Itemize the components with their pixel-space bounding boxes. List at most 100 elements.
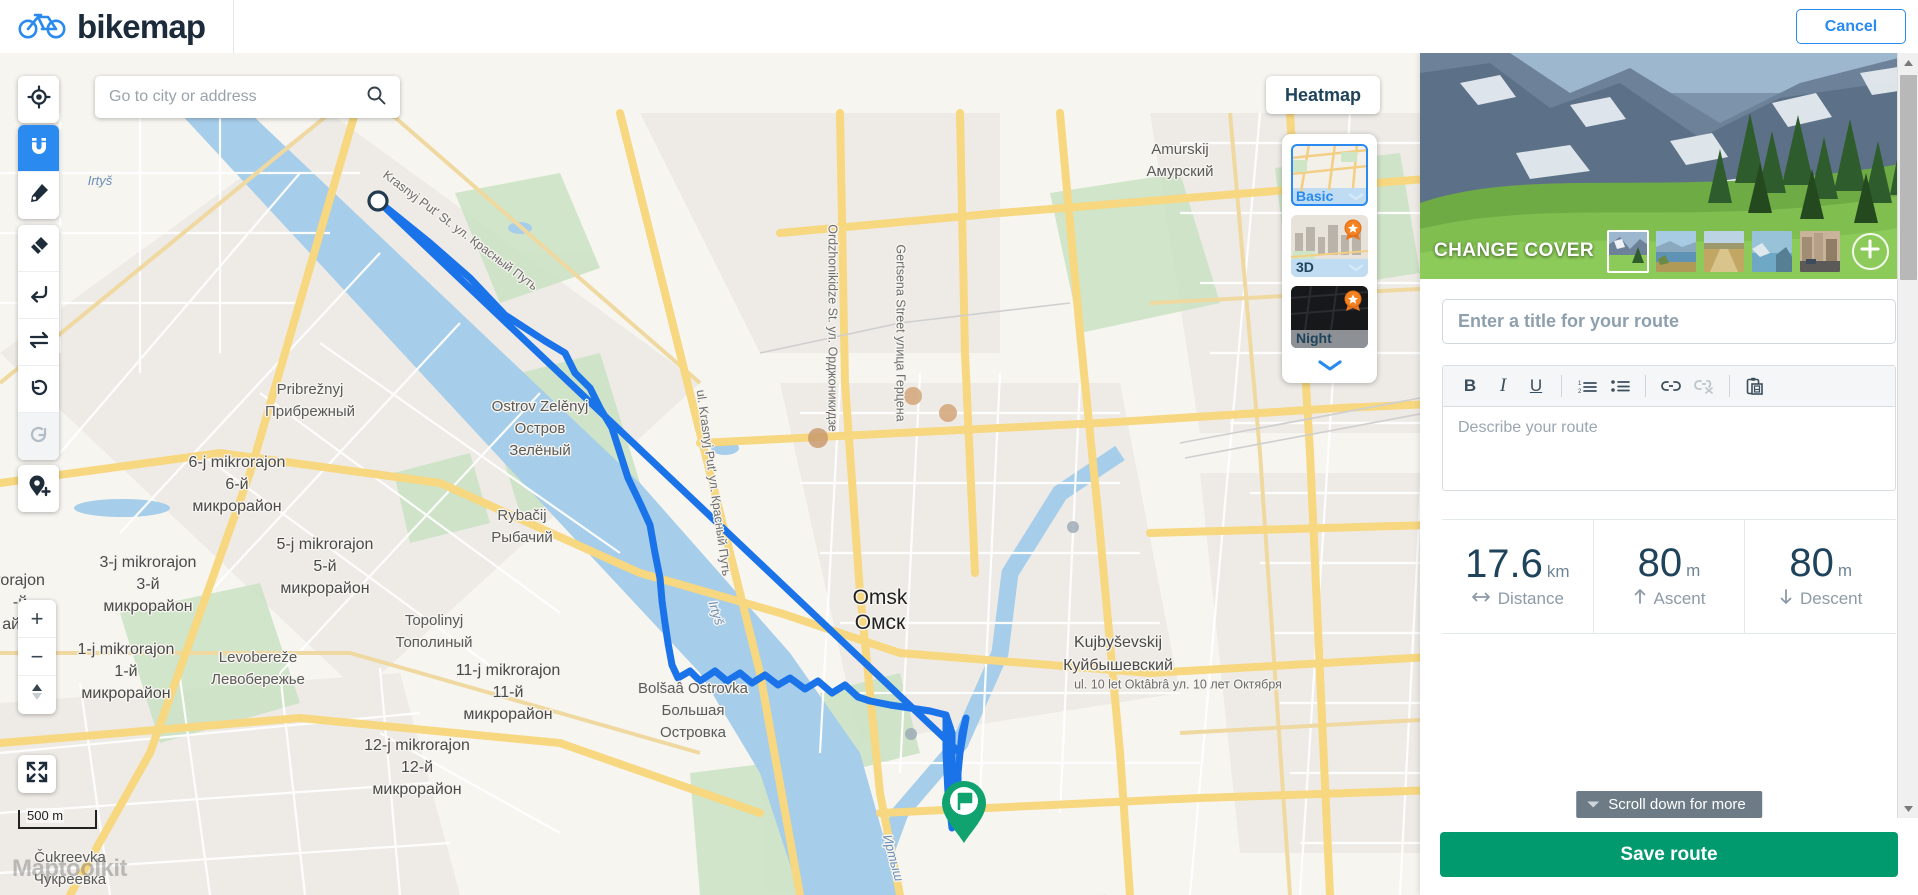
cancel-button[interactable]: Cancel: [1796, 9, 1906, 44]
start-circle-marker: [367, 190, 389, 212]
zoom-in-button[interactable]: +: [18, 600, 56, 638]
search-box[interactable]: [95, 76, 400, 118]
route-panel-scroll-area: CHANGE COVER Enter a title for your rout…: [1420, 53, 1918, 818]
route-description-input[interactable]: Describe your route: [1443, 407, 1895, 490]
stat-descent: 80 m Descent: [1745, 520, 1896, 633]
search-icon[interactable]: [366, 85, 386, 110]
stat-distance: 17.6 km Distance: [1442, 520, 1594, 633]
pen-draw-icon: [27, 181, 51, 210]
map-style-3d-label: 3D: [1296, 259, 1314, 275]
route-stats: 17.6 km Distance 80 m Ascent 80 m Descen…: [1442, 519, 1896, 634]
route-panel-footer: Save route: [1420, 818, 1918, 895]
scrollbar-up-arrow[interactable]: [1898, 53, 1918, 72]
stat-ascent-value: 80: [1637, 541, 1683, 585]
undo-icon: [27, 375, 51, 404]
distance-arrows-icon: [1471, 589, 1491, 609]
route-title-input[interactable]: [1442, 299, 1896, 344]
expand-map-styles-button[interactable]: [1291, 357, 1368, 377]
tilt-button[interactable]: [18, 676, 56, 714]
cover-thumbnail-dirt-road[interactable]: [1703, 230, 1744, 272]
cover-thumbnail-lake-shore[interactable]: [1655, 230, 1696, 272]
toolbar-group-draw: [18, 125, 59, 219]
fullscreen-button[interactable]: [18, 755, 56, 793]
zoom-out-button[interactable]: −: [18, 638, 56, 676]
eraser-icon: [27, 234, 51, 263]
arrow-down-icon: [1779, 588, 1793, 610]
tilt-pitch-icon: [29, 680, 45, 710]
map-style-night[interactable]: Night: [1291, 286, 1368, 348]
save-route-button[interactable]: Save route: [1440, 832, 1898, 877]
stat-distance-value: 17.6: [1465, 542, 1543, 586]
scrollbar-down-arrow[interactable]: [1898, 799, 1918, 818]
return-arrow-icon: [27, 281, 51, 310]
route-details-panel: CHANGE COVER Enter a title for your rout…: [1420, 53, 1918, 895]
undo-button[interactable]: [18, 366, 59, 413]
remove-link-button[interactable]: [1689, 371, 1719, 401]
cover-thumbnail-alpine-meadow[interactable]: [1606, 229, 1649, 273]
redo-icon: [27, 422, 51, 451]
route-form: B I U 1 2: [1420, 279, 1918, 634]
underline-button[interactable]: U: [1521, 371, 1551, 401]
toolbar-group-locate: [18, 76, 59, 123]
premium-badge-3d: [1342, 219, 1364, 241]
bicycle-icon: [18, 9, 66, 44]
ordered-list-button[interactable]: 1 2: [1572, 371, 1602, 401]
search-input[interactable]: [109, 88, 366, 106]
swap-arrows-icon: [27, 328, 51, 357]
chevron-down-icon: [1316, 358, 1344, 377]
redo-button[interactable]: [18, 413, 59, 460]
toolbar-group-modify: [18, 225, 59, 460]
stat-ascent: 80 m Ascent: [1594, 520, 1746, 633]
map-style-night-label: Night: [1296, 330, 1332, 346]
map-scale-bar: 500 m: [18, 808, 97, 829]
add-waypoint-button[interactable]: [18, 465, 59, 512]
scrollbar-thumb[interactable]: [1900, 75, 1917, 280]
heatmap-button[interactable]: Heatmap: [1266, 76, 1381, 114]
brand-name: bikemap: [77, 7, 206, 45]
stat-ascent-label: Ascent: [1653, 589, 1706, 608]
route-cover[interactable]: CHANGE COVER: [1420, 53, 1918, 279]
toolbar-divider-3: [1729, 375, 1730, 397]
toolbar-divider-2: [1645, 375, 1646, 397]
top-bar: bikemap Cancel: [0, 0, 1918, 53]
stat-descent-label: Descent: [1799, 589, 1863, 608]
map-style-basic[interactable]: Basic: [1291, 144, 1368, 206]
magnet-icon: [27, 134, 51, 163]
panel-scrollbar[interactable]: [1897, 53, 1918, 818]
route-back-button[interactable]: [18, 272, 59, 319]
free-draw-button[interactable]: [18, 172, 59, 219]
locate-me-button[interactable]: [18, 76, 59, 123]
triangle-down-icon: [1586, 796, 1600, 813]
magnet-snap-button[interactable]: [18, 125, 59, 172]
map-style-panel: Basic 3D Night: [1282, 134, 1377, 383]
premium-badge-night: [1342, 290, 1364, 312]
map-scale-label: 500 m: [26, 808, 65, 823]
change-cover-label[interactable]: CHANGE COVER: [1434, 240, 1594, 262]
reverse-route-button[interactable]: [18, 319, 59, 366]
paste-button[interactable]: [1740, 371, 1770, 401]
map-style-basic-label: Basic: [1296, 188, 1334, 204]
add-marker-icon: [27, 474, 51, 503]
svg-text:1: 1: [1578, 381, 1582, 387]
editor-toolbar: B I U 1 2: [1443, 366, 1895, 407]
svg-text:2: 2: [1578, 389, 1582, 394]
scroll-down-hint[interactable]: Scroll down for more: [1576, 791, 1762, 818]
bold-button[interactable]: B: [1455, 371, 1485, 401]
map-style-3d[interactable]: 3D: [1291, 215, 1368, 277]
stat-descent-value: 80: [1789, 541, 1834, 585]
bullet-list-button[interactable]: [1605, 371, 1635, 401]
zoom-controls: + −: [18, 600, 56, 714]
add-cover-button[interactable]: [1851, 232, 1889, 270]
erase-button[interactable]: [18, 225, 59, 272]
fullscreen-icon: [26, 761, 48, 788]
maptoolkit-watermark: Maptoolkit: [12, 855, 128, 882]
toolbar-group-poi: [18, 465, 59, 512]
change-cover-bar: CHANGE COVER: [1420, 223, 1918, 279]
italic-button[interactable]: I: [1488, 371, 1518, 401]
insert-link-button[interactable]: [1656, 371, 1686, 401]
stat-distance-label: Distance: [1497, 589, 1564, 608]
crosshair-locate-icon: [26, 85, 51, 114]
cover-thumbnail-coastal-cliff[interactable]: [1751, 230, 1792, 272]
cover-thumbnail-city-street[interactable]: [1799, 230, 1840, 272]
brand-logo[interactable]: bikemap: [18, 0, 235, 53]
